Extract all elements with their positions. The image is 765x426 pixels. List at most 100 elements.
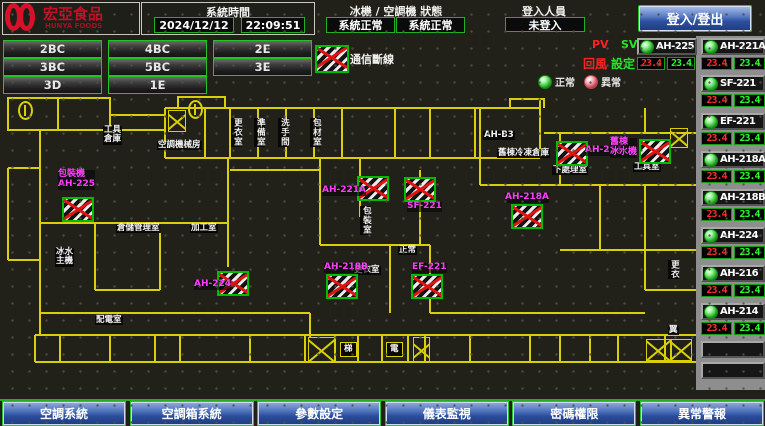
panel-unit-AH-225[interactable]: AH-225 xyxy=(637,38,697,55)
room-label: 洗手間 xyxy=(278,118,289,147)
pv-value-AH-218B: 23.4 xyxy=(701,208,732,221)
room-label: 更衣 xyxy=(668,260,679,279)
nav-button-2[interactable]: 空調箱系統 xyxy=(130,401,254,426)
panel-unit-AH-214[interactable]: AH-214 xyxy=(701,303,765,320)
unit-icon-AH-214[interactable] xyxy=(556,141,588,166)
floor-button-2E[interactable]: 2E xyxy=(213,40,312,58)
room-label: 包材室 xyxy=(310,118,321,147)
unit-name: AH-218B xyxy=(720,192,765,203)
floor-button-3E[interactable]: 3E xyxy=(213,58,312,76)
unit-name: AH-221A xyxy=(720,41,765,52)
sv-value-AH-218A: 23.4 xyxy=(734,170,765,183)
room-label: 更衣室 xyxy=(231,118,242,147)
panel-empty-tile xyxy=(701,341,765,358)
comm-lost-label: 通信斷線 xyxy=(350,51,394,67)
machine-status-section: 冰機 / 空調機 狀態 系統正常 系統正常 xyxy=(322,2,470,35)
pv-value-AH-216: 23.4 xyxy=(701,284,732,297)
panel-unit-AH-218B[interactable]: AH-218B xyxy=(701,189,765,206)
unit-led-icon xyxy=(704,191,718,205)
login-logout-button[interactable]: 登入/登出 xyxy=(638,5,752,32)
sv-value-AH-221A: 23.4 xyxy=(734,57,765,70)
unit-label-EF-221: EF-221 xyxy=(412,263,447,273)
room-label: 空調機械房 xyxy=(157,141,202,150)
room-label: 加工室 xyxy=(190,224,218,233)
ac-status-value: 系統正常 xyxy=(396,17,465,33)
unit-led-icon xyxy=(704,305,718,319)
unit-label-AH-221A: AH-221A xyxy=(322,186,366,196)
unit-name: AH-224 xyxy=(720,230,758,241)
floor-button-3D[interactable]: 3D xyxy=(3,76,102,94)
unit-name: AH-218A xyxy=(720,154,765,165)
room-label: 翼 xyxy=(668,326,679,335)
stair-icon xyxy=(413,337,430,363)
pv-value-AH-221A: 23.4 xyxy=(701,57,732,70)
unit-led-icon xyxy=(704,115,718,129)
floor-button-2BC[interactable]: 2BC xyxy=(3,40,102,58)
unit-icon-AH-218A[interactable] xyxy=(511,204,543,229)
unit-icon-AH-218B[interactable] xyxy=(326,274,358,299)
floor-button-3BC[interactable]: 3BC xyxy=(3,58,102,76)
panel-empty-tile xyxy=(701,362,765,379)
unit-icon-EF-221[interactable] xyxy=(411,274,443,299)
comm-lost-icon xyxy=(315,45,349,73)
unit-label-AH-218B: AH-218B xyxy=(324,263,368,273)
sv-value-AH-224: 23.4 xyxy=(734,246,765,259)
panel-unit-AH-221A[interactable]: AH-221A xyxy=(701,38,765,55)
unit-label-AH-225: 包裝機 AH-225 xyxy=(58,170,95,190)
panel-unit-AH-216[interactable]: AH-216 xyxy=(701,265,765,282)
unit-label-SF-221: SF-221 xyxy=(407,202,442,212)
nav-button-3[interactable]: 參數設定 xyxy=(257,401,381,426)
stair-icon xyxy=(168,110,186,132)
stair-icon xyxy=(308,337,335,363)
room-label: 工具 倉庫 xyxy=(103,126,122,145)
sv-header-label: SV xyxy=(621,38,637,51)
unit-led-icon xyxy=(704,77,718,91)
sv-value-AH-214: 23.4 xyxy=(734,322,765,335)
sv-type-label: 設定 xyxy=(611,55,635,72)
normal-legend: 正常 xyxy=(538,74,575,89)
system-clock-value: 22:09:51 xyxy=(241,17,305,33)
room-label: 倉儲管理室 xyxy=(116,224,161,233)
pv-header-label: PV xyxy=(592,38,609,51)
unit-label-AH-218A: AH-218A xyxy=(505,193,549,203)
stair-icon xyxy=(646,339,671,361)
company-logo-icon xyxy=(3,3,37,31)
stair-icon xyxy=(671,339,692,361)
room-label: 電 xyxy=(386,342,403,357)
pv-value-AH-225: 23.4 xyxy=(637,57,665,70)
logo-section: 宏亞食品 HUNYA FOODS xyxy=(2,2,140,35)
normal-legend-label: 正常 xyxy=(555,74,575,89)
pv-value-SF-221: 23.4 xyxy=(701,94,732,107)
floor-button-5BC[interactable]: 5BC xyxy=(108,58,207,76)
room-label: 正常 xyxy=(398,246,417,255)
pv-value-AH-224: 23.4 xyxy=(701,246,732,259)
panel-unit-AH-224[interactable]: AH-224 xyxy=(701,227,765,244)
room-label: 冰水 主機 xyxy=(55,248,74,267)
abnormal-legend: 異常 xyxy=(584,74,621,89)
login-section: 登入人員 未登入 xyxy=(480,2,608,35)
panel-unit-EF-221[interactable]: EF-221 xyxy=(701,113,765,130)
room-label: 工具室 xyxy=(633,163,661,172)
floor-button-1E[interactable]: 1E xyxy=(108,76,207,94)
unit-icon-SF-221[interactable] xyxy=(404,177,436,202)
unit-name: AH-225 xyxy=(656,41,694,52)
login-status-value: 未登入 xyxy=(505,17,585,32)
unit-icon-AH-225[interactable] xyxy=(62,197,94,222)
system-date-value: 2024/12/12 xyxy=(154,17,234,33)
unit-led-icon xyxy=(704,40,718,54)
unit-icon-冰水機[interactable] xyxy=(639,139,671,164)
pv-value-AH-214: 23.4 xyxy=(701,322,732,335)
room-label: 梯 xyxy=(340,342,357,357)
panel-unit-SF-221[interactable]: SF-221 xyxy=(701,75,765,92)
nav-button-6[interactable]: 異常警報 xyxy=(640,401,764,426)
nav-button-5[interactable]: 密碼權限 xyxy=(512,401,636,426)
room-label: 準備室 xyxy=(254,118,265,147)
unit-name: AH-216 xyxy=(720,268,758,279)
spiral-stair-icon xyxy=(18,101,33,120)
floor-button-4BC[interactable]: 4BC xyxy=(108,40,207,58)
nav-button-1[interactable]: 空調系統 xyxy=(2,401,126,426)
unit-led-icon xyxy=(640,40,654,54)
nav-button-4[interactable]: 儀表監視 xyxy=(385,401,509,426)
panel-unit-AH-218A[interactable]: AH-218A xyxy=(701,151,765,168)
system-time-section: 系統時間 2024/12/12 22:09:51 xyxy=(141,2,315,35)
